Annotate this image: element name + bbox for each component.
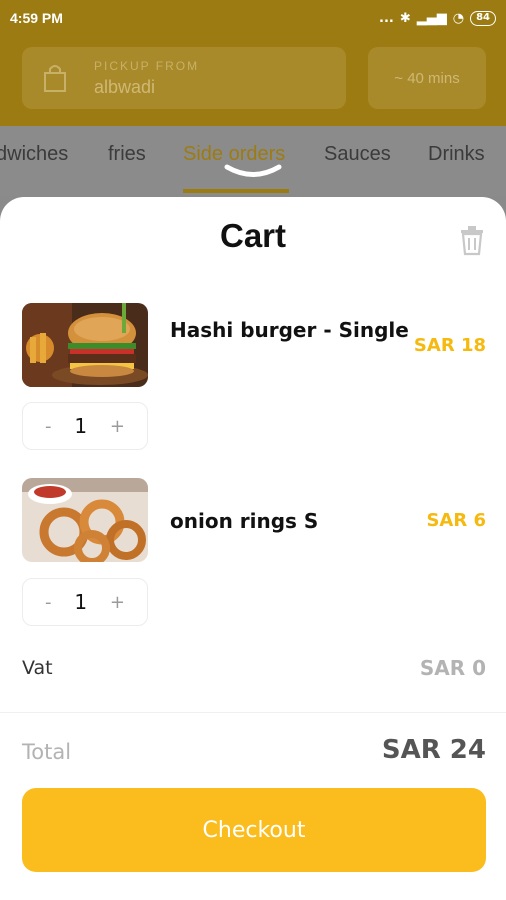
decrease-quantity-button[interactable]: - <box>45 592 52 613</box>
status-time: 4:59 PM <box>10 10 63 26</box>
quantity-value: 1 <box>74 590 88 614</box>
app-header: PICKUP FROM albwadi ~ 40 mins <box>0 36 506 126</box>
status-icons: ... ✱ ▂▄▆ ◔ 84 <box>379 10 496 26</box>
increase-quantity-button[interactable]: + <box>110 592 125 613</box>
category-tabs: dwiches fries Side orders Sauces Drinks <box>0 126 506 196</box>
quantity-stepper: - 1 + <box>22 578 148 626</box>
cart-item-name: onion rings S <box>170 509 319 533</box>
bluetooth-icon: ✱ <box>399 10 411 26</box>
tab-sauces[interactable]: Sauces <box>324 143 391 166</box>
battery-icon: 84 <box>470 10 496 26</box>
tab-fries[interactable]: fries <box>108 143 146 166</box>
trash-icon[interactable] <box>457 224 487 256</box>
burger-image <box>22 303 148 387</box>
active-tab-indicator <box>183 189 289 193</box>
eta-badge: ~ 40 mins <box>368 47 486 109</box>
total-label: Total <box>22 740 72 764</box>
shopping-bag-icon <box>44 65 66 92</box>
vat-value: SAR 0 <box>419 656 486 680</box>
cart-title: Cart <box>219 217 287 254</box>
cart-item-price: SAR 18 <box>413 335 486 356</box>
more-dots-icon: ... <box>379 10 394 26</box>
decrease-quantity-button[interactable]: - <box>45 416 52 437</box>
pickup-branch: albwadi <box>94 76 156 97</box>
signal-icon: ▂▄▆ <box>416 10 447 26</box>
vat-label: Vat <box>22 657 53 679</box>
checkout-button[interactable]: Checkout <box>22 788 486 872</box>
divider <box>0 712 506 713</box>
status-bar: 4:59 PM ... ✱ ▂▄▆ ◔ 84 <box>0 0 506 36</box>
pickup-selector[interactable]: PICKUP FROM albwadi <box>22 47 346 109</box>
tab-drinks[interactable]: Drinks <box>428 143 485 166</box>
cart-sheet: Cart Hashi burger - Single SAR 18 - 1 + … <box>0 197 506 900</box>
onion-rings-image <box>22 478 148 562</box>
increase-quantity-button[interactable]: + <box>110 416 125 437</box>
quantity-stepper: - 1 + <box>22 402 148 450</box>
chevron-down-icon[interactable] <box>224 162 282 182</box>
tab-sandwiches[interactable]: dwiches <box>0 143 68 166</box>
total-value: SAR 24 <box>381 735 486 765</box>
pickup-label: PICKUP FROM <box>94 58 200 73</box>
quantity-value: 1 <box>74 414 88 438</box>
cart-item-name: Hashi burger - Single <box>170 318 409 342</box>
cart-item-price: SAR 6 <box>426 510 486 531</box>
wifi-icon: ◔ <box>452 10 465 26</box>
